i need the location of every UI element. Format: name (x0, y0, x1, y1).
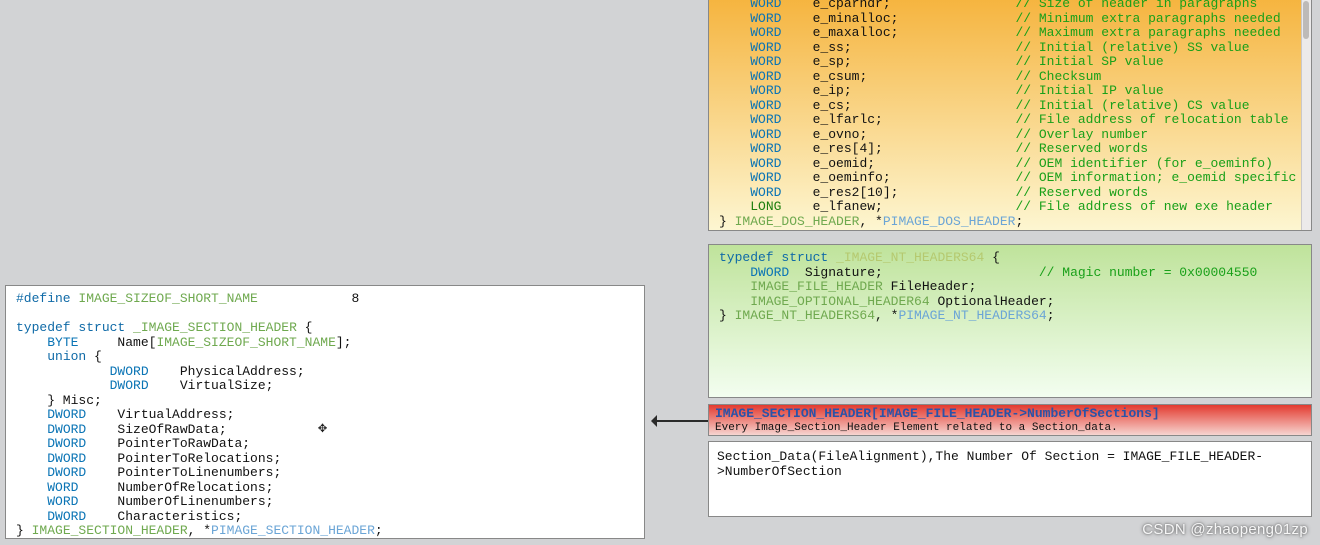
section-data-box: Section_Data(FileAlignment),The Number O… (708, 441, 1312, 517)
section-header-array-title: IMAGE_SECTION_HEADER[IMAGE_FILE_HEADER->… (715, 407, 1305, 422)
watermark: CSDN @zhaopeng01zp (1142, 523, 1308, 538)
image-nt-headers-struct: typedef struct _IMAGE_NT_HEADERS64 { DWO… (708, 244, 1312, 398)
arrow-icon (657, 420, 708, 422)
section-data-text: Section_Data(FileAlignment),The Number O… (717, 449, 1263, 479)
scrollbar-thumb[interactable] (1303, 1, 1309, 39)
image-section-header-struct: #define IMAGE_SIZEOF_SHORT_NAME 8 typede… (5, 285, 645, 539)
code-block: typedef struct _IMAGE_NT_HEADERS64 { DWO… (709, 245, 1311, 330)
code-block: WORD e_cparhdr; // Size of header in par… (709, 0, 1311, 235)
scrollbar-track[interactable] (1301, 0, 1311, 230)
section-header-array-strip: IMAGE_SECTION_HEADER[IMAGE_FILE_HEADER->… (708, 404, 1312, 436)
section-header-array-sub: Every Image_Section_Header Element relat… (715, 422, 1305, 434)
code-block: #define IMAGE_SIZEOF_SHORT_NAME 8 typede… (6, 286, 644, 539)
image-dos-header-struct: WORD e_cparhdr; // Size of header in par… (708, 0, 1312, 231)
